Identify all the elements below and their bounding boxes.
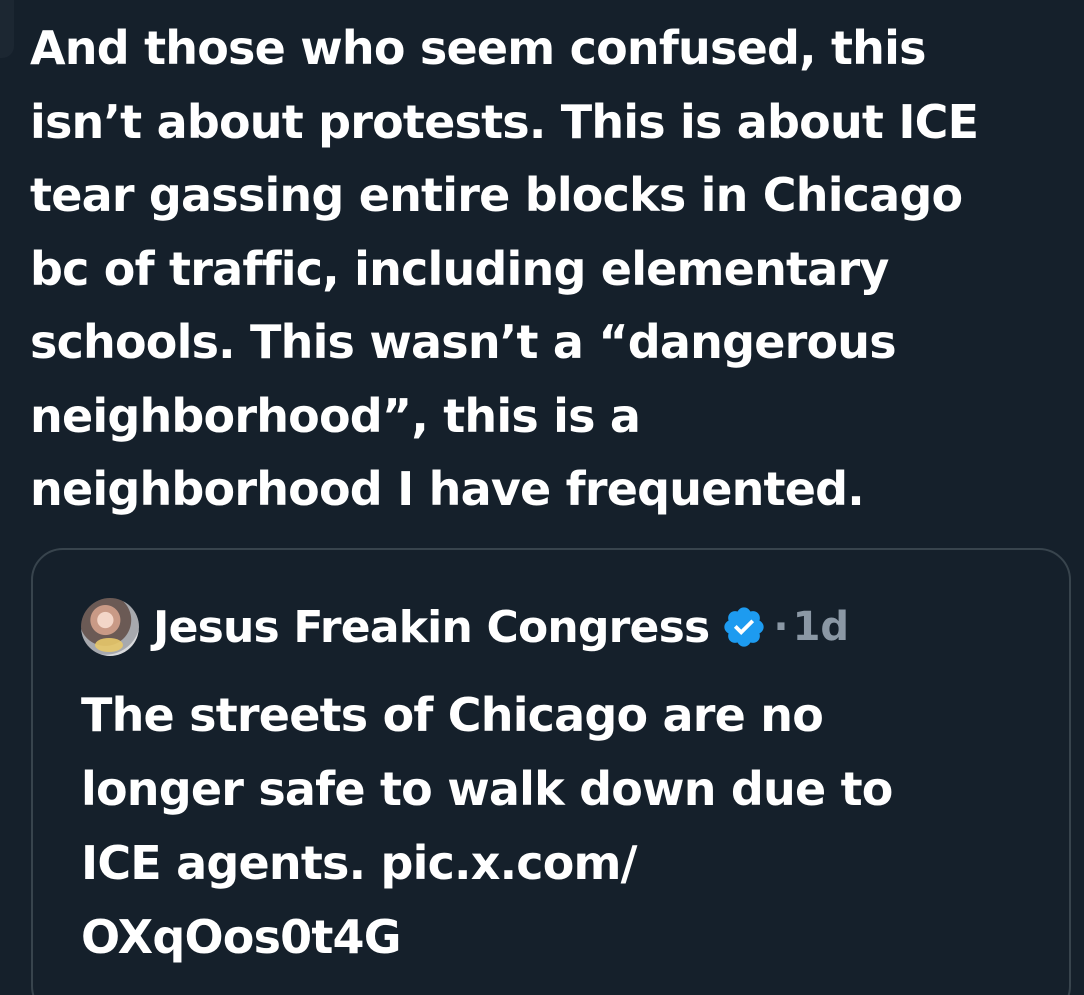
quoted-text-line: longer safe to walk down due to (81, 762, 893, 816)
tweet-text-line: bc of traffic, including elementary (30, 241, 889, 296)
avatar[interactable] (81, 598, 139, 656)
quoted-tweet-text: The streets of Chicago are no longer saf… (81, 678, 1061, 974)
tweet-text-line: tear gassing entire blocks in Chicago (30, 168, 963, 222)
quoted-tweet-card[interactable]: Jesus Freakin Congress · 1d The streets … (31, 548, 1071, 995)
verified-badge-icon (721, 604, 767, 650)
separator-dot: · (773, 604, 789, 650)
author-name[interactable]: Jesus Freakin Congress (153, 602, 710, 653)
quoted-tweet-header: Jesus Freakin Congress · 1d (81, 595, 849, 659)
previous-panel-edge (0, 0, 14, 58)
quoted-text-line: OXqOos0t4G (81, 910, 402, 964)
tweet-text-line: neighborhood”, this is a (30, 388, 641, 443)
quoted-text-line: ICE agents. pic.x.com/ (81, 836, 637, 890)
tweet-text-line: And those who seem confused, this (30, 21, 926, 75)
quoted-text-line: The streets of Chicago are no (81, 688, 824, 742)
tweet-text-line: schools. This wasn’t a “dangerous (30, 315, 897, 369)
tweet-text-line: neighborhood I have frequented. (30, 462, 865, 516)
timestamp[interactable]: 1d (793, 604, 849, 650)
tweet-text: And those who seem confused, this isn’t … (30, 12, 1070, 527)
tweet-text-line: isn’t about protests. This is about ICE (30, 94, 979, 149)
